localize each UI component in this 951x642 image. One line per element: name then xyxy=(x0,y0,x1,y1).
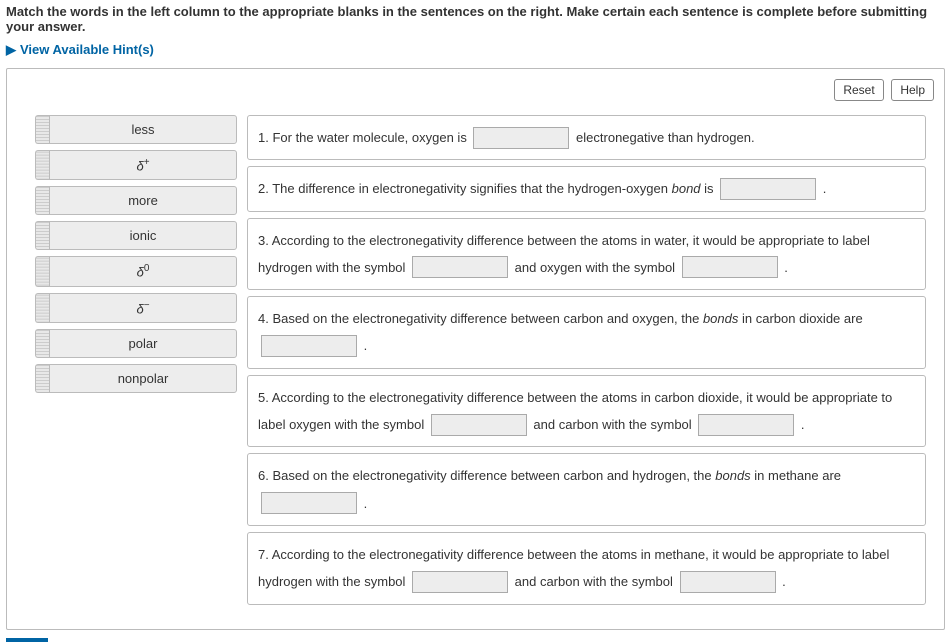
word-tile-ionic[interactable]: ionic xyxy=(35,221,237,250)
drag-grip-icon xyxy=(35,150,49,180)
drag-grip-icon xyxy=(35,186,49,215)
word-label: ionic xyxy=(49,221,237,250)
sentence-3: 3. According to the electronegativity di… xyxy=(247,218,926,291)
word-label: polar xyxy=(49,329,237,358)
drop-blank[interactable] xyxy=(720,178,816,200)
sentence-text: 2. The difference in electronegativity s… xyxy=(258,181,672,196)
sentence-2: 2. The difference in electronegativity s… xyxy=(247,166,926,211)
drop-blank[interactable] xyxy=(680,571,776,593)
word-label: more xyxy=(49,186,237,215)
drop-blank[interactable] xyxy=(412,256,508,278)
word-tile-delta-zero[interactable]: δ0 xyxy=(35,256,237,286)
sentence-text: . xyxy=(360,338,367,353)
word-tile-delta-plus[interactable]: δ+ xyxy=(35,150,237,180)
drag-grip-icon xyxy=(35,293,49,323)
sentence-text: . xyxy=(819,181,826,196)
sentence-text: 4. Based on the electronegativity differ… xyxy=(258,311,703,326)
word-tile-nonpolar[interactable]: nonpolar xyxy=(35,364,237,393)
sentence-text: is xyxy=(701,181,718,196)
word-tile-more[interactable]: more xyxy=(35,186,237,215)
sentence-text: in methane are xyxy=(751,468,841,483)
sentence-italic: bonds xyxy=(715,468,750,483)
sentence-6: 6. Based on the electronegativity differ… xyxy=(247,453,926,526)
drop-blank[interactable] xyxy=(698,414,794,436)
drag-grip-icon xyxy=(35,364,49,393)
hints-label: View Available Hint(s) xyxy=(20,42,154,57)
word-label: less xyxy=(49,115,237,144)
sentence-text: 6. Based on the electronegativity differ… xyxy=(258,468,715,483)
word-label: nonpolar xyxy=(49,364,237,393)
drag-grip-icon xyxy=(35,221,49,250)
sentence-7: 7. According to the electronegativity di… xyxy=(247,532,926,605)
sentence-text: in carbon dioxide are xyxy=(738,311,862,326)
drop-blank[interactable] xyxy=(431,414,527,436)
sentences-column: 1. For the water molecule, oxygen is ele… xyxy=(247,115,934,611)
footer-accent xyxy=(6,638,48,642)
word-label: δ− xyxy=(49,293,237,323)
drop-blank[interactable] xyxy=(261,492,357,514)
sentence-text: . xyxy=(797,417,804,432)
word-tile-polar[interactable]: polar xyxy=(35,329,237,358)
exercise-panel: Reset Help less δ+ more ionic δ0 δ− pola… xyxy=(6,68,945,630)
word-bank: less δ+ more ionic δ0 δ− polar nonpolar xyxy=(17,115,247,399)
sentence-text: and carbon with the symbol xyxy=(511,574,676,589)
sentence-text: and oxygen with the symbol xyxy=(511,260,679,275)
sentence-text: and carbon with the symbol xyxy=(530,417,695,432)
drop-blank[interactable] xyxy=(412,571,508,593)
drag-grip-icon xyxy=(35,115,49,144)
instructions-text: Match the words in the left column to th… xyxy=(0,0,951,40)
drag-grip-icon xyxy=(35,329,49,358)
drop-blank[interactable] xyxy=(682,256,778,278)
sentence-italic: bonds xyxy=(703,311,738,326)
drop-blank[interactable] xyxy=(261,335,357,357)
sentence-italic: bond xyxy=(672,181,701,196)
sentence-5: 5. According to the electronegativity di… xyxy=(247,375,926,448)
word-tile-less[interactable]: less xyxy=(35,115,237,144)
sentence-1: 1. For the water molecule, oxygen is ele… xyxy=(247,115,926,160)
drag-grip-icon xyxy=(35,256,49,286)
view-hints-link[interactable]: ▶ View Available Hint(s) xyxy=(0,40,951,68)
sentence-text: 1. For the water molecule, oxygen is xyxy=(258,130,470,145)
sentence-text: electronegative than hydrogen. xyxy=(572,130,754,145)
triangle-right-icon: ▶ xyxy=(6,42,16,57)
drop-blank[interactable] xyxy=(473,127,569,149)
reset-button[interactable]: Reset xyxy=(834,79,883,101)
sentence-text: . xyxy=(360,496,367,511)
help-button[interactable]: Help xyxy=(891,79,934,101)
word-label: δ0 xyxy=(49,256,237,286)
word-tile-delta-minus[interactable]: δ− xyxy=(35,293,237,323)
sentence-4: 4. Based on the electronegativity differ… xyxy=(247,296,926,369)
sentence-text: . xyxy=(779,574,786,589)
sentence-text: . xyxy=(781,260,788,275)
word-label: δ+ xyxy=(49,150,237,180)
